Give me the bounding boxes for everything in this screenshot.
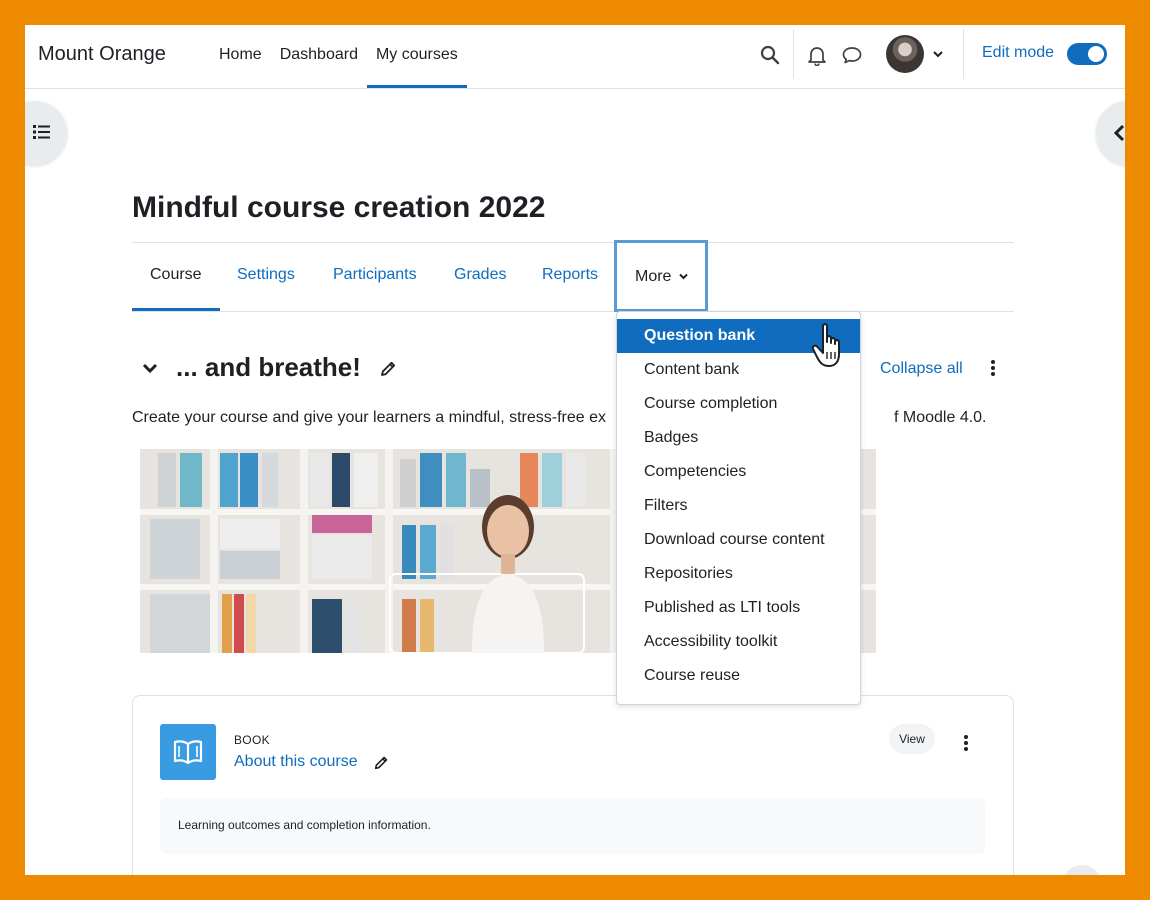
search-icon[interactable] <box>759 44 781 66</box>
menu-item-published-as-lti-tools[interactable]: Published as LTI tools <box>617 591 860 625</box>
secondary-navigation: Course Settings Participants Grades Repo… <box>132 240 1014 312</box>
primary-navigation: Home Dashboard My courses <box>210 25 467 88</box>
chevron-down-icon <box>679 273 688 280</box>
section-summary-tail: f Moodle 4.0. <box>894 409 987 426</box>
edit-mode-toggle[interactable] <box>1067 43 1107 65</box>
bell-icon[interactable] <box>806 44 828 66</box>
nav-home[interactable]: Home <box>210 25 271 88</box>
menu-item-accessibility-toolkit[interactable]: Accessibility toolkit <box>617 625 860 659</box>
tab-more[interactable]: More <box>614 240 708 312</box>
navbar-divider <box>963 29 964 79</box>
section-actions-kebab-icon[interactable] <box>990 359 996 377</box>
activity-description: Learning outcomes and completion informa… <box>160 798 985 854</box>
top-navbar: Mount Orange Home Dashboard My courses E… <box>25 25 1125 89</box>
browser-viewport: Mount Orange Home Dashboard My courses E… <box>25 25 1125 875</box>
chevron-left-icon <box>1113 124 1125 142</box>
chat-icon[interactable] <box>841 44 863 66</box>
menu-item-course-completion[interactable]: Course completion <box>617 387 860 421</box>
collapse-all-link[interactable]: Collapse all <box>880 360 963 378</box>
chevron-down-icon[interactable] <box>930 46 946 62</box>
nav-dashboard[interactable]: Dashboard <box>271 25 367 88</box>
section-summary-text: Create your course and give your learner… <box>132 409 606 426</box>
view-button[interactable]: View <box>889 724 935 754</box>
book-icon <box>160 724 216 780</box>
menu-item-filters[interactable]: Filters <box>617 489 860 523</box>
course-index-toggle[interactable] <box>25 101 67 165</box>
menu-item-competencies[interactable]: Competencies <box>617 455 860 489</box>
list-icon <box>33 125 50 139</box>
tab-reports[interactable]: Reports <box>542 243 598 311</box>
menu-item-course-reuse[interactable]: Course reuse <box>617 659 860 693</box>
open-book-glyph-icon <box>173 740 203 765</box>
tab-more-label: More <box>635 268 672 285</box>
block-drawer-toggle[interactable] <box>1096 101 1125 165</box>
avatar[interactable] <box>886 35 924 73</box>
menu-item-download-course-content[interactable]: Download course content <box>617 523 860 557</box>
footer-help-button[interactable] <box>1062 865 1102 875</box>
activity-actions-kebab-icon[interactable] <box>963 734 969 752</box>
toggle-knob <box>1088 46 1104 62</box>
section-collapse-chevron-icon[interactable] <box>141 359 159 377</box>
activity-card: BOOK About this course View Learning out… <box>132 695 1014 875</box>
tab-grades[interactable]: Grades <box>454 243 506 311</box>
edit-pencil-icon[interactable] <box>379 360 397 378</box>
site-brand[interactable]: Mount Orange <box>38 43 166 66</box>
section-title: ... and breathe! <box>176 352 361 382</box>
tab-course[interactable]: Course <box>132 243 220 311</box>
menu-item-repositories[interactable]: Repositories <box>617 557 860 591</box>
hand-cursor-icon <box>811 323 840 367</box>
edit-pencil-icon[interactable] <box>373 755 389 771</box>
tab-participants[interactable]: Participants <box>333 243 417 311</box>
menu-item-badges[interactable]: Badges <box>617 421 860 455</box>
activity-name-link[interactable]: About this course <box>234 753 358 771</box>
page-title: Mindful course creation 2022 <box>132 191 546 224</box>
activity-type: BOOK <box>234 733 270 747</box>
tab-settings[interactable]: Settings <box>237 243 295 311</box>
navbar-divider <box>793 29 794 79</box>
nav-my-courses[interactable]: My courses <box>366 25 467 88</box>
edit-mode-label: Edit mode <box>982 44 1055 61</box>
